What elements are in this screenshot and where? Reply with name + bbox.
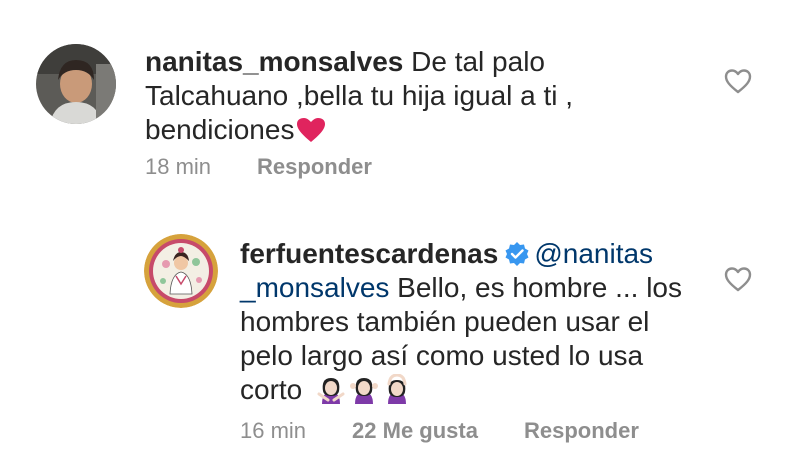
reply-meta: 16 min 22 Me gusta Responder — [240, 418, 639, 444]
comment-text-line: De tal palo — [411, 46, 545, 77]
reply-text: ferfuentescardenas @nanitas _monsalves B… — [240, 237, 710, 407]
comment-username[interactable]: nanitas_monsalves — [145, 46, 403, 77]
woman-gesturing-no-emoji-icon — [317, 378, 345, 404]
avatar-illustration — [144, 234, 218, 308]
mention-link[interactable]: @nanitas — [534, 238, 653, 269]
reply-time: 16 min — [240, 418, 307, 443]
comment-item: nanitas_monsalves De tal palo Talcahuano… — [0, 0, 800, 200]
avatar-photo — [36, 44, 116, 124]
reply-text-line: corto — [240, 374, 303, 405]
avatar[interactable] — [144, 234, 218, 308]
comment-text-line: bendiciones — [145, 114, 295, 145]
red-heart-emoji-icon — [297, 118, 326, 142]
reply-text-line: hombres también pueden usar el — [240, 306, 650, 337]
woman-shrugging-emoji-icon — [350, 378, 379, 404]
reply-item: ferfuentescardenas @nanitas _monsalves B… — [0, 200, 800, 474]
likes-count-button[interactable]: 22 Me gusta — [352, 418, 478, 444]
woman-gesturing-ok-emoji-icon — [387, 374, 407, 404]
reply-username[interactable]: ferfuentescardenas — [240, 238, 498, 269]
comment-text: nanitas_monsalves De tal palo Talcahuano… — [145, 45, 705, 147]
like-heart-icon[interactable] — [724, 68, 752, 94]
comment-meta: 18 min Responder — [145, 154, 372, 180]
like-heart-icon[interactable] — [724, 266, 752, 292]
reply-button[interactable]: Responder — [524, 418, 639, 444]
reply-text-line: Bello, es hombre ... los — [389, 272, 682, 303]
reply-button[interactable]: Responder — [257, 154, 372, 180]
comment-text-line: Talcahuano ,bella tu hija igual a ti , — [145, 80, 574, 111]
avatar[interactable] — [36, 44, 116, 124]
reply-text-line: pelo largo así como usted lo usa — [240, 340, 644, 371]
verified-badge-icon — [505, 242, 529, 266]
comment-time: 18 min — [145, 154, 212, 179]
mention-link[interactable]: _monsalves — [240, 272, 389, 303]
